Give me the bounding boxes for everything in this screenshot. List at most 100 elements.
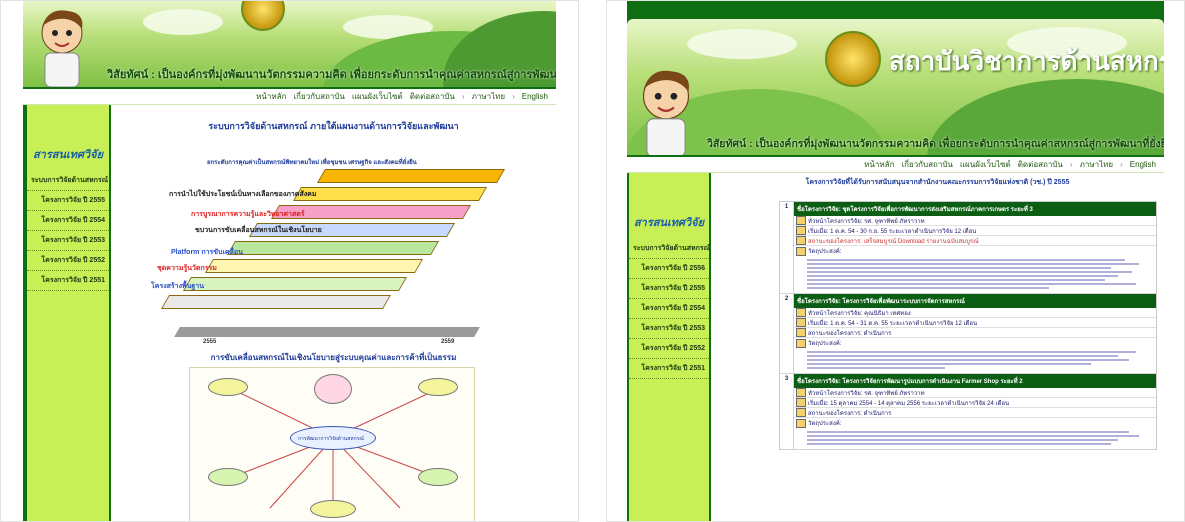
sidebar-item-2556[interactable]: โครงการวิจัย ปี 2556 (629, 259, 709, 279)
user-icon (796, 308, 806, 317)
brand-title: สถาบันวิชาการด้านสหกรณ์ (889, 46, 1164, 76)
page-title: โครงการวิจัยที่ได้รับการสนับสนุนจากสำนัก… (805, 179, 1070, 186)
project-number: 3 (780, 374, 794, 449)
project-lead: หัวหน้าโครงการวิจัย: รศ. จุฑาทิพย์ ภัทรา… (808, 390, 925, 397)
stair-label-4: Platform การขับเคลื่อน (171, 249, 243, 256)
main-content: โครงการวิจัยที่ได้รับการสนับสนุนจากสำนัก… (711, 173, 1164, 521)
stair-label-top: ยกระดับการคุณค่าเป็นสหกรณ์พิทยาคมใหม่ เพ… (207, 160, 417, 166)
top-nav: หน้าหลัก เกี่ยวกับสถาบัน แผนผังเว็บไซต์ … (627, 157, 1164, 173)
project-objective-label: วัตถุประสงค์: (808, 249, 842, 255)
user-icon (796, 216, 806, 225)
header-banner: สถาบันวิชาการด้านสหกรณ์ วิสัยทัศน์ : เป็… (627, 19, 1164, 157)
sidebar-item-2553[interactable]: โครงการวิจัย ปี 2553 (27, 231, 109, 251)
sidebar-item-2551[interactable]: โครงการวิจัย ปี 2551 (27, 271, 109, 291)
project-title: ชื่อโครงการวิจัย: โครงการวิจัยการพัฒนารู… (794, 374, 1156, 388)
institute-seal-logo[interactable] (241, 1, 285, 31)
sidebar-item-2552[interactable]: โครงการวิจัย ปี 2552 (27, 251, 109, 271)
sidebar-item-2555[interactable]: โครงการวิจัย ปี 2555 (629, 279, 709, 299)
sidebar-title: สารสนเทศวิจัย (32, 149, 104, 161)
project-period: เริ่มเมื่อ: 1 ต.ค. 54 - 30 ก.ย. 55 ระยะเ… (808, 228, 977, 235)
sidebar: สารสนเทศวิจัย ระบบการวิจัยด้านสหกรณ์ โคร… (629, 173, 710, 521)
sidebar-item-2553[interactable]: โครงการวิจัย ปี 2553 (629, 319, 709, 339)
nav-sitemap-link[interactable]: แผนผังเว็บไซต์ (352, 90, 403, 103)
cartoon-mascot-icon (41, 10, 83, 87)
nav-about-link[interactable]: เกี่ยวกับสถาบัน (901, 158, 952, 171)
nav-contact-link[interactable]: ติดต่อสถาบัน (410, 90, 455, 103)
project-period: เริ่มเมื่อ: 15 ตุลาคม 2554 - 14 ตุลาคม 2… (808, 400, 1010, 407)
nav-thai-link[interactable]: ภาษาไทย (472, 90, 506, 103)
timeline-arrow (174, 327, 480, 337)
calendar-icon (796, 226, 806, 235)
sidebar-item-2552[interactable]: โครงการวิจัย ปี 2552 (629, 339, 709, 359)
project-number: 2 (780, 294, 794, 373)
vision-text: วิสัยทัศน์ : เป็นองค์กรที่มุ่งพัฒนานวัตก… (107, 69, 556, 81)
nav-about-link[interactable]: เกี่ยวกับสถาบัน (293, 90, 344, 103)
nav-home-link[interactable]: หน้าหลัก (864, 158, 894, 171)
note-icon (796, 338, 806, 348)
page-title: ระบบการวิจัยด้านสหกรณ์ ภายใต้แผนงานด้านก… (208, 121, 459, 131)
top-nav: หน้าหลัก เกี่ยวกับสถาบัน แผนผังเว็บไซต์ … (23, 89, 556, 105)
nav-thai-link[interactable]: ภาษาไทย (1080, 158, 1114, 171)
project-objective-text (794, 256, 1156, 293)
note-icon (796, 418, 806, 428)
project-objective-label: วัตถุประสงค์: (808, 341, 842, 347)
sidebar-item-2555[interactable]: โครงการวิจัย ปี 2555 (27, 191, 109, 211)
timeline-end: 2559 (441, 339, 455, 345)
sidebar-title: สารสนเทศวิจัย (633, 217, 705, 229)
sidebar-item-2551[interactable]: โครงการวิจัย ปี 2551 (629, 359, 709, 379)
mindmap-center-label: การพัฒนาการวิจัยด้านสหกรณ์ (298, 436, 364, 442)
chevron-right-icon: › (461, 92, 465, 101)
calendar-icon (796, 398, 806, 407)
clock-icon (796, 328, 806, 337)
stair-label-5: ชุดความรู้นวัตกรรม (157, 265, 217, 272)
sidebar-item-2554[interactable]: โครงการวิจัย ปี 2554 (27, 211, 109, 231)
project-status: สถานะของโครงการ: ดำเนินการ (808, 330, 892, 337)
clock-icon (796, 236, 806, 245)
sidebar-item-research-system[interactable]: ระบบการวิจัยด้านสหกรณ์ (629, 239, 710, 259)
project-row: 1 ชื่อโครงการวิจัย: ชุดโครงการวิจัยเพื่อ… (780, 202, 1156, 294)
main-content: ระบบการวิจัยด้านสหกรณ์ ภายใต้แผนงานด้านก… (111, 105, 556, 521)
stair-label-6: โครงสร้างพื้นฐาน (151, 283, 204, 290)
project-table: 1 ชื่อโครงการวิจัย: ชุดโครงการวิจัยเพื่อ… (779, 201, 1157, 450)
project-title: ชื่อโครงการวิจัย: โครงการวิจัยเพื่อพัฒนา… (794, 294, 1156, 308)
clock-icon (796, 408, 806, 417)
chevron-right-icon: › (1069, 160, 1073, 169)
project-lead: หัวหน้าโครงการวิจัย: คุณนิธิมา เทศทอง (808, 310, 911, 317)
nav-english-link[interactable]: English (522, 92, 548, 101)
calendar-icon (796, 318, 806, 327)
nav-english-link[interactable]: English (1130, 160, 1156, 169)
project-period: เริ่มเมื่อ: 1 ต.ค. 54 - 31 ต.ค. 55 ระยะเ… (808, 320, 978, 327)
project-title: ชื่อโครงการวิจัย: ชุดโครงการวิจัยเพื่อกา… (794, 202, 1156, 216)
stair-label-1: การนำไปใช้ประโยชน์เป็นทางเลือกของภาคสังค… (169, 191, 317, 198)
project-status-link[interactable]: สถานะของโครงการ: เสร็จสมบูรณ์ Download ร… (808, 236, 979, 246)
left-screenshot: วิสัยทัศน์ : เป็นองค์กรที่มุ่งพัฒนานวัตก… (0, 0, 579, 522)
right-screenshot: สถาบันวิชาการด้านสหกรณ์ วิสัยทัศน์ : เป็… (606, 0, 1185, 522)
nav-sitemap-link[interactable]: แผนผังเว็บไซต์ (960, 158, 1011, 171)
cartoon-mascot-icon (642, 70, 690, 155)
stair-label-3: ขบวนการขับเคลื่อนสหกรณ์ในเชิงนโยบาย (195, 227, 322, 234)
project-row: 3 ชื่อโครงการวิจัย: โครงการวิจัยการพัฒนา… (780, 374, 1156, 450)
chevron-right-icon: › (1120, 160, 1123, 169)
project-lead: หัวหน้าโครงการวิจัย: รศ. จุฑาทิพย์ ภัทรา… (808, 218, 925, 225)
mindmap-diagram: การพัฒนาการวิจัยด้านสหกรณ์ (189, 367, 475, 521)
project-row: 2 ชื่อโครงการวิจัย: โครงการวิจัยเพื่อพัฒ… (780, 294, 1156, 374)
nav-contact-link[interactable]: ติดต่อสถาบัน (1018, 158, 1063, 171)
project-objective-label: วัตถุประสงค์: (808, 421, 842, 427)
policy-caption: การขับเคลื่อนสหกรณ์ในเชิงนโยบายสู่ระบบคุ… (210, 353, 457, 362)
note-icon (796, 246, 806, 256)
timeline-start: 2555 (203, 339, 217, 345)
project-objective-text (794, 348, 1156, 373)
sidebar-item-research-system[interactable]: ระบบการวิจัยด้านสหกรณ์ (27, 171, 109, 191)
project-status: สถานะของโครงการ: ดำเนินการ (808, 410, 892, 417)
header-banner: วิสัยทัศน์ : เป็นองค์กรที่มุ่งพัฒนานวัตก… (23, 1, 556, 89)
chevron-right-icon: › (512, 92, 515, 101)
vision-text: วิสัยทัศน์ : เป็นองค์กรที่มุ่งพัฒนานวัตก… (707, 138, 1164, 150)
sidebar: สารสนเทศวิจัย ระบบการวิจัยด้านสหกรณ์ โคร… (27, 105, 109, 521)
sidebar-item-2554[interactable]: โครงการวิจัย ปี 2554 (629, 299, 709, 319)
stair-label-2: การบูรณาการความรู้และวิทยาศาสตร์ (191, 211, 305, 218)
institute-seal-logo[interactable] (825, 31, 881, 87)
nav-home-link[interactable]: หน้าหลัก (256, 90, 286, 103)
project-objective-text (794, 428, 1156, 449)
user-icon (796, 388, 806, 397)
project-number: 1 (780, 202, 794, 293)
